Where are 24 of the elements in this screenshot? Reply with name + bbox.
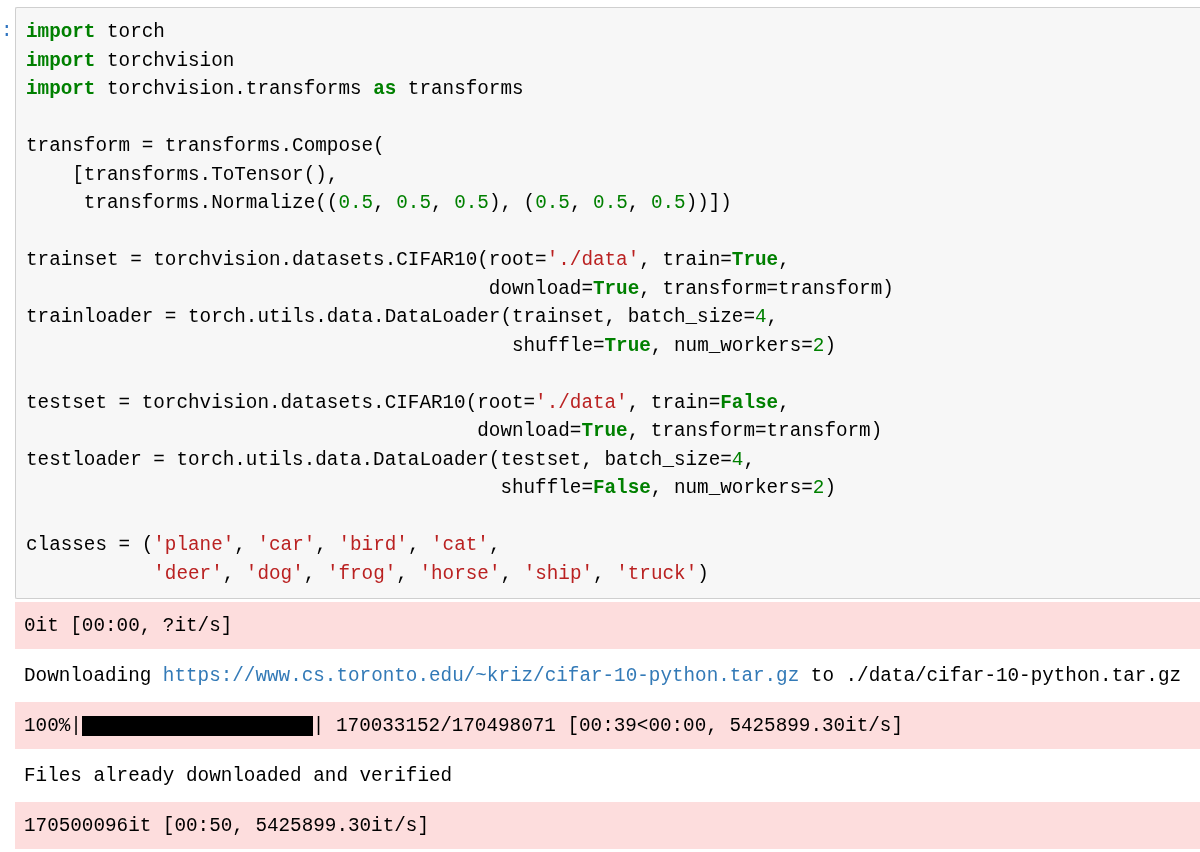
- code-line: testloader = torch.utils.data.DataLoader(testset, batch_size=4,: [26, 447, 756, 473]
- code-cell[interactable]: [15, 7, 1200, 599]
- code-line: import torchvision: [26, 48, 236, 74]
- code-line: classes = ('plane', 'car', 'bird', 'cat',: [26, 533, 502, 558]
- output-text: | 170033152/170498071 [00:39<00:00, 5425899.30it/s]: [312, 714, 903, 737]
- cell-prompt: :: [1, 19, 7, 44]
- code-line: transforms.Normalize((0.5, 0.5, 0.5), (0.5, 0.5, 0.5))]): [82, 191, 733, 216]
- code-line: download=True, transform=transform): [476, 419, 884, 444]
- download-link[interactable]: https://www.cs.toronto.edu/~kriz/cifar-10-python.tar.gz: [162, 664, 800, 687]
- code-line: shuffle=False, num_workers=2): [499, 476, 837, 501]
- code-line: download=True, transform=transform): [487, 276, 895, 302]
- code-line: transform = transforms.Compose(: [26, 134, 386, 159]
- stderr-output: 170500096it [00:50, 5425899.30it/s]: [15, 802, 1200, 849]
- code-line: shuffle=True, num_workers=2): [510, 333, 837, 359]
- code-line: 'deer', 'dog', 'frog', 'horse', 'ship', 'truck'): [152, 561, 710, 587]
- code-line: trainset = torchvision.datasets.CIFAR10(root='./data', train=True,: [26, 248, 791, 273]
- stderr-output: 0it [00:00, ?it/s]: [15, 602, 1200, 649]
- output-text: 100%|: [24, 714, 82, 737]
- code-line: trainloader = torch.utils.data.DataLoader(trainset, batch_size=4,: [26, 305, 780, 330]
- code-line: import torchvision.transforms as transforms: [26, 77, 525, 102]
- code-line: import torch: [26, 20, 166, 45]
- code-line: testset = torchvision.datasets.CIFAR10(root='./data', train=False,: [26, 390, 791, 416]
- code-line: [transforms.ToTensor(),: [71, 162, 340, 188]
- output-text: Downloading https://www.cs.toronto.edu/~kriz/cifar-10-python.tar.gz to ./data/cifar-10-python.tar.gz: [24, 664, 1182, 687]
